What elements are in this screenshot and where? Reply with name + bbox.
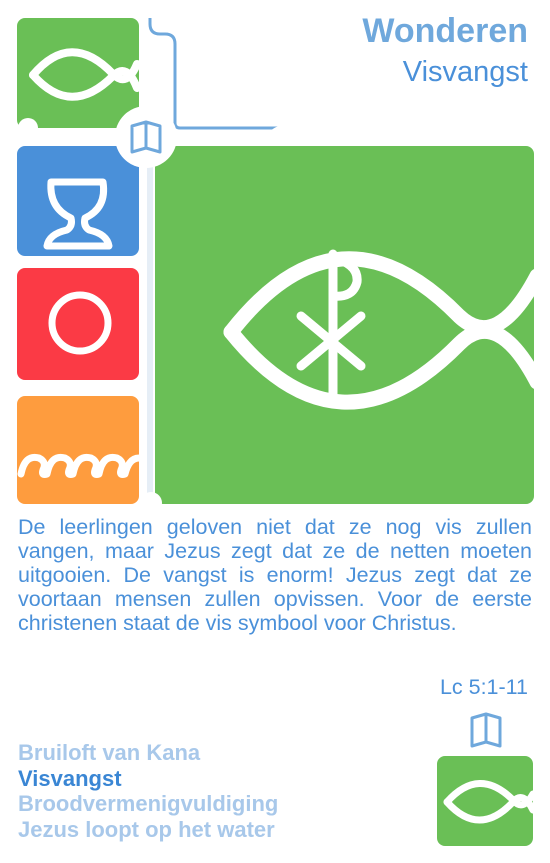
description-text: De leerlingen geloven niet dat ze nog vi…	[18, 515, 532, 635]
fish-chi-rho-icon	[223, 249, 534, 410]
notch-circle	[18, 118, 38, 138]
card-set-item-current: Visvangst	[18, 765, 122, 791]
waves-tile	[17, 396, 139, 504]
bible-reference: Lc 5:1-11	[439, 675, 528, 699]
category-title: Wonderen	[362, 12, 528, 50]
book-badge	[115, 106, 177, 168]
card-set-item: Bruiloft van Kana	[18, 740, 201, 765]
book-icon	[470, 712, 502, 748]
card-set-list: Bruiloft van Kana Visvangst Broodvermeni…	[18, 740, 278, 842]
bottom-fish-tile	[437, 756, 533, 846]
fish-icon	[443, 780, 533, 824]
card-title: Visvangst	[402, 56, 528, 88]
book-icon	[130, 120, 162, 154]
circle-icon	[48, 291, 112, 355]
main-symbol-tile	[155, 146, 534, 504]
circle-tile	[17, 268, 139, 380]
card-set-item: Jezus loopt op het water	[18, 816, 275, 842]
notch-circle	[140, 492, 162, 514]
waves-icon	[17, 453, 139, 478]
card-set-item: Broodvermenigvuldiging	[18, 791, 279, 816]
